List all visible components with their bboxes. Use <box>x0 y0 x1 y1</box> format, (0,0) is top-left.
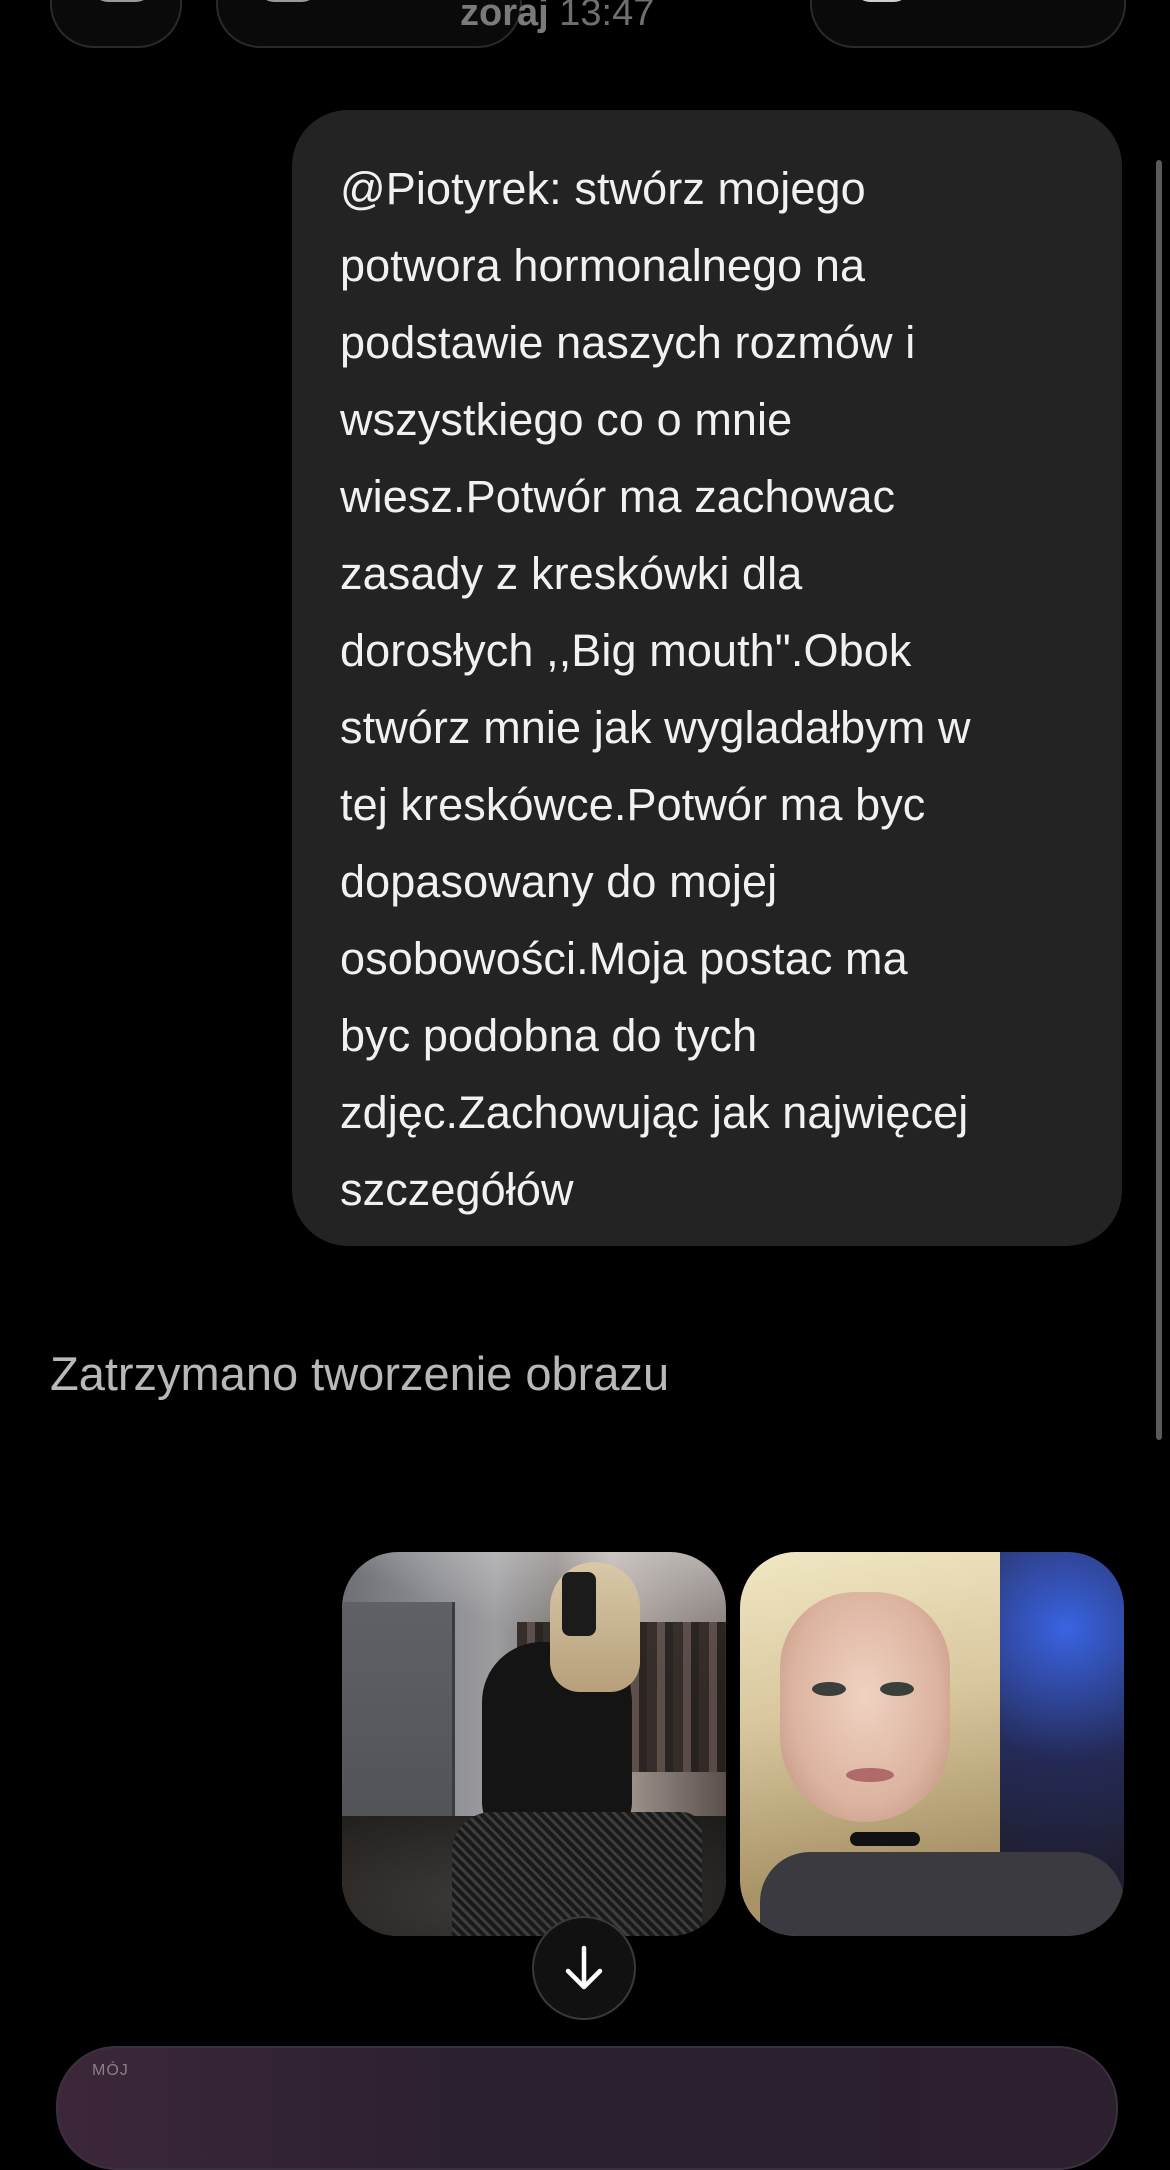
scrollbar[interactable] <box>1156 160 1162 1440</box>
message-composer[interactable]: MÓJ <box>56 2046 1118 2170</box>
timestamp-time: 13:47 <box>559 0 655 34</box>
back-button[interactable] <box>50 0 182 48</box>
message-timestamp: zoraj 13:47 <box>460 0 654 35</box>
photo-choker <box>850 1832 920 1846</box>
new-chat-icon <box>854 0 910 2</box>
photo-shirt <box>760 1852 1124 1936</box>
attachment-photo-1[interactable] <box>342 1552 726 1936</box>
arrow-down-icon <box>565 1945 603 1990</box>
back-icon <box>92 0 152 2</box>
model-icon <box>258 0 318 2</box>
assistant-status-text: Zatrzymano tworzenie obrazu <box>50 1347 670 1400</box>
photo-person-face <box>780 1592 950 1822</box>
composer-label: MÓJ <box>92 2062 129 2079</box>
timestamp-day: zoraj <box>460 0 549 34</box>
photo-lips <box>846 1768 894 1782</box>
photo-phone <box>562 1572 596 1636</box>
scroll-to-bottom-button[interactable] <box>532 1916 636 2020</box>
user-message-text: @Piotyrek: stwórz mojego potwora hormona… <box>340 163 971 1215</box>
new-chat-button[interactable] <box>810 0 1126 48</box>
photo-right-eye <box>880 1682 914 1696</box>
attachment-photo-2[interactable] <box>740 1552 1124 1936</box>
photo-left-eye <box>812 1682 846 1696</box>
user-message-bubble[interactable]: @Piotyrek: stwórz mojego potwora hormona… <box>292 110 1122 1246</box>
